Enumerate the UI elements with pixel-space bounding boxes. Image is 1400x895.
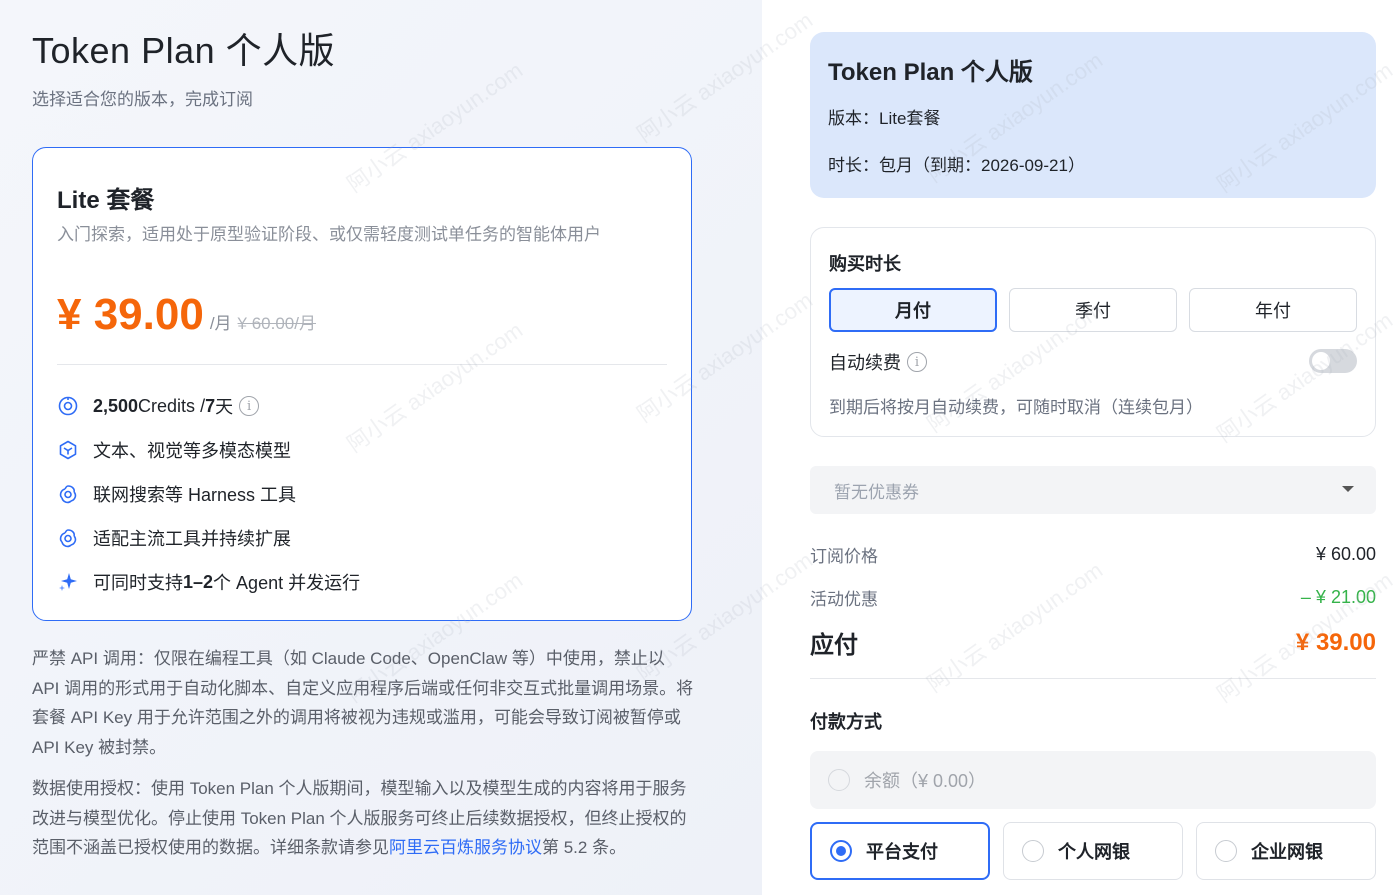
page-title: Token Plan 个人版 — [32, 30, 336, 71]
subscription-price-value: ¥ 60.00 — [1315, 544, 1376, 564]
discount-label: 活动优惠 — [810, 590, 878, 609]
credits-days: 7 — [205, 395, 216, 416]
feature-multimodal: 文本、视觉等多模态模型 — [57, 428, 360, 472]
plan-price-unit: /月 — [209, 314, 232, 333]
tool-swirl-icon — [57, 483, 79, 505]
subscription-price-label: 订阅价格 — [810, 547, 878, 566]
auto-renew-toggle[interactable] — [1309, 349, 1357, 373]
feature-tool-compat: 适配主流工具并持续扩展 — [57, 516, 360, 560]
payment-method-label: 付款方式 — [810, 712, 882, 732]
amount-due-row: 应付 ¥ 39.00 — [810, 625, 1376, 660]
page-subtitle: 选择适合您的版本，完成订阅 — [32, 90, 253, 109]
coupon-select[interactable]: 暂无优惠券 — [810, 466, 1376, 514]
summary-title: Token Plan 个人版 — [828, 59, 1033, 86]
plan-panel: Token Plan 个人版 选择适合您的版本，完成订阅 Lite 套餐 入门探… — [0, 0, 762, 895]
feature-text: 联网搜索等 Harness 工具 — [93, 485, 297, 505]
auto-renew-row: 自动续费 i — [829, 349, 927, 375]
payment-option-platform[interactable]: 平台支付 — [810, 822, 990, 880]
tool-swirl-icon — [57, 527, 79, 549]
credits-suffix: 天 — [215, 397, 234, 417]
order-summary-card: Token Plan 个人版 版本：Lite套餐 时长：包月（到期：2026-0… — [810, 32, 1376, 198]
credits-amount: 2,500 — [93, 395, 139, 416]
order-panel: Token Plan 个人版 版本：Lite套餐 时长：包月（到期：2026-0… — [762, 0, 1400, 895]
feature-concurrency: 可同时支持 1–2 个 Agent 并发运行 — [57, 560, 360, 604]
amount-due-label: 应付 — [810, 632, 858, 659]
sparkle-icon — [57, 571, 79, 593]
duration-option-yearly[interactable]: 年付 — [1189, 288, 1357, 332]
data-usage-suffix: 第 5.2 条。 — [542, 838, 627, 857]
concurrency-prefix: 可同时支持 — [93, 573, 183, 593]
payment-option-label: 企业网银 — [1251, 842, 1323, 862]
duration-option-quarterly[interactable]: 季付 — [1009, 288, 1177, 332]
info-icon[interactable]: i — [907, 352, 927, 372]
plan-original-price: ¥ 60.00/月 — [237, 314, 316, 333]
payment-option-personal-bank[interactable]: 个人网银 — [1003, 822, 1183, 880]
summary-version: 版本：Lite套餐 — [828, 109, 941, 128]
discount-row: 活动优惠 – ¥ 21.00 — [810, 585, 1376, 610]
purchase-duration-section: 购买时长 月付 季付 年付 自动续费 i 到期后将按月自动续费，可随时取消（连续… — [810, 227, 1376, 437]
service-agreement-link[interactable]: 阿里云百炼服务协议 — [389, 838, 542, 857]
data-usage-notice: 数据使用授权：使用 Token Plan 个人版期间，模型输入以及模型生成的内容… — [32, 774, 697, 863]
duration-label: 购买时长 — [829, 254, 901, 274]
summary-duration: 时长：包月（到期：2026-09-21） — [828, 156, 1085, 175]
cube-icon — [57, 439, 79, 461]
plan-description: 入门探索，适用处于原型验证阶段、或仅需轻度测试单任务的智能体用户 — [57, 225, 601, 244]
platform-radio[interactable] — [830, 840, 852, 862]
payment-option-label: 个人网银 — [1058, 842, 1130, 862]
auto-renew-hint: 到期后将按月自动续费，可随时取消（连续包月） — [829, 398, 1203, 417]
price-row: ¥ 39.00 /月 ¥ 60.00/月 — [57, 290, 316, 340]
feature-list: 2,500 Credits / 7 天 i 文本、视觉等多模态模型 联网搜索等 … — [57, 384, 360, 604]
personal-bank-radio[interactable] — [1022, 840, 1044, 862]
payment-option-enterprise-bank[interactable]: 企业网银 — [1196, 822, 1376, 880]
feature-credits: 2,500 Credits / 7 天 i — [57, 384, 360, 428]
credits-icon — [57, 395, 79, 417]
plan-name: Lite 套餐 — [57, 187, 155, 214]
concurrency-count: 1–2 — [183, 571, 214, 592]
divider — [810, 678, 1376, 679]
discount-value: – ¥ 21.00 — [1300, 587, 1376, 607]
coupon-placeholder: 暂无优惠券 — [834, 482, 919, 502]
feature-search-tools: 联网搜索等 Harness 工具 — [57, 472, 360, 516]
plan-price: ¥ 39.00 — [57, 290, 204, 339]
feature-text: 文本、视觉等多模态模型 — [93, 441, 291, 461]
duration-option-monthly[interactable]: 月付 — [829, 288, 997, 332]
enterprise-bank-radio[interactable] — [1215, 840, 1237, 862]
balance-radio — [828, 769, 850, 791]
concurrency-suffix: 个 Agent 并发运行 — [213, 573, 361, 593]
subscription-price-row: 订阅价格 ¥ 60.00 — [810, 542, 1376, 567]
plan-card-lite[interactable]: Lite 套餐 入门探索，适用处于原型验证阶段、或仅需轻度测试单任务的智能体用户… — [32, 147, 692, 621]
api-restriction-notice: 严禁 API 调用：仅限在编程工具（如 Claude Code、OpenClaw… — [32, 649, 694, 757]
feature-text: 适配主流工具并持续扩展 — [93, 529, 291, 549]
info-icon[interactable]: i — [239, 396, 260, 416]
balance-label: 余额（¥ 0.00） — [864, 771, 987, 791]
credits-text: Credits / — [138, 395, 206, 416]
divider — [57, 364, 667, 365]
payment-option-label: 平台支付 — [866, 842, 938, 862]
amount-due-value: ¥ 39.00 — [1295, 628, 1376, 656]
auto-renew-label: 自动续费 — [829, 353, 901, 373]
balance-option: 余额（¥ 0.00） — [810, 751, 1376, 809]
chevron-down-icon — [1342, 486, 1354, 492]
